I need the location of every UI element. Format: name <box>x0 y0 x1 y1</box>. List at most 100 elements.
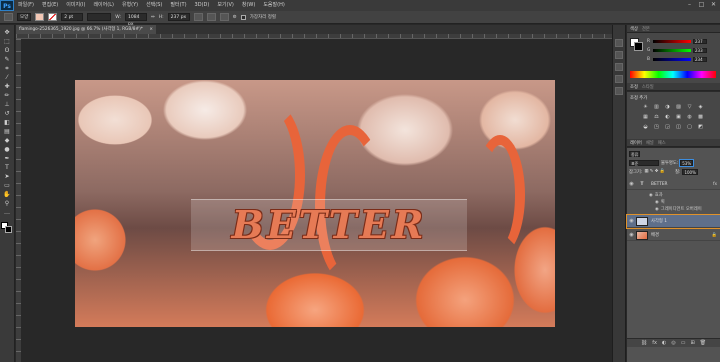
layer-kind-select[interactable]: 종류 <box>629 150 641 157</box>
type-tool-icon[interactable]: T <box>3 164 12 172</box>
invert-icon[interactable]: ▩ <box>696 113 705 121</box>
marquee-tool-icon[interactable]: ⬚ <box>3 38 12 46</box>
more-tools-icon[interactable]: … <box>3 209 12 217</box>
brush-tool-icon[interactable]: ✏ <box>3 92 12 100</box>
blue-slider[interactable]: B 234 <box>647 56 717 62</box>
effect-gradient-row[interactable]: ◉ 그레이디언트 오버레이 <box>655 206 702 213</box>
layer-fx-badge[interactable]: fx <box>713 182 717 187</box>
dodge-tool-icon[interactable]: ● <box>3 146 12 154</box>
lasso-tool-icon[interactable]: ʘ <box>3 47 12 55</box>
delete-layer-icon[interactable]: 🗑 <box>700 340 706 346</box>
vibrance-icon[interactable]: ▽ <box>685 103 694 111</box>
document-tab[interactable]: flamingo-2526365_1920.jpg @ 66.7% (사각형 1… <box>16 25 156 34</box>
history-icon[interactable] <box>615 39 623 47</box>
fill-field[interactable]: 100% <box>682 168 698 175</box>
red-slider[interactable]: R 237 <box>647 38 717 44</box>
menu-view[interactable]: 보기(V) <box>213 0 238 11</box>
red-track[interactable] <box>653 39 691 43</box>
opacity-field[interactable]: 53% <box>679 158 695 167</box>
tool-preset-picker[interactable] <box>4 13 13 21</box>
brightness-icon[interactable]: ☀ <box>641 103 650 111</box>
effects-row[interactable]: ◉ 효과 <box>649 192 663 199</box>
stroke-type-select[interactable] <box>87 13 112 21</box>
adjustment-layer-icon[interactable]: ◎ <box>671 340 675 346</box>
crop-tool-icon[interactable]: ⌗ <box>3 65 12 73</box>
menu-filter[interactable]: 필터(T) <box>166 0 190 11</box>
menu-file[interactable]: 파일(F) <box>14 0 38 11</box>
width-field[interactable]: 1084 px <box>124 13 147 27</box>
color-spectrum[interactable] <box>630 71 716 78</box>
path-arrangement-button[interactable] <box>219 13 229 21</box>
fill-swatch[interactable] <box>35 13 45 21</box>
flamingo-image[interactable]: BETTER <box>75 80 555 327</box>
tab-adjustments[interactable]: 조정 <box>630 84 638 90</box>
curves-icon[interactable]: ◑ <box>663 103 672 111</box>
posterize-icon[interactable]: ◒ <box>641 123 650 131</box>
threshold-icon[interactable]: ◳ <box>652 123 661 131</box>
hand-tool-icon[interactable]: ✋ <box>3 191 12 199</box>
blend-mode-select[interactable]: 표준 <box>629 159 659 166</box>
canvas-workspace[interactable]: BETTER <box>21 39 612 362</box>
stroke-size-field[interactable]: 2 pt <box>61 13 84 21</box>
eye-icon[interactable]: ◉ <box>649 193 653 198</box>
eye-icon[interactable]: ◉ <box>627 232 636 238</box>
tab-layers[interactable]: 레이어 <box>630 140 642 146</box>
eye-icon[interactable]: ◉ <box>655 207 659 212</box>
eraser-tool-icon[interactable]: ◧ <box>3 119 12 127</box>
add-style-icon[interactable]: fx <box>652 340 657 346</box>
levels-icon[interactable]: ▥ <box>652 103 661 111</box>
effect-stroke-row[interactable]: ◉ 획 <box>655 199 665 206</box>
gear-icon[interactable]: ⚙ <box>233 15 237 20</box>
actions-icon[interactable] <box>615 51 623 59</box>
tab-color[interactable]: 색상 <box>630 26 638 32</box>
tab-paths[interactable]: 패스 <box>658 140 666 146</box>
shadows-icon[interactable]: ▢ <box>685 123 694 131</box>
green-track[interactable] <box>653 48 691 52</box>
menu-edit[interactable]: 편집(E) <box>38 0 62 11</box>
path-select-tool-icon[interactable]: ➤ <box>3 173 12 181</box>
zoom-tool-icon[interactable]: ⚲ <box>3 200 12 208</box>
healing-tool-icon[interactable]: ✚ <box>3 83 12 91</box>
link-layers-icon[interactable]: ⛓ <box>641 340 647 346</box>
shape-mode-select[interactable]: 모양 <box>17 13 32 21</box>
hdr-icon[interactable]: ◩ <box>696 123 705 131</box>
properties-icon[interactable] <box>615 63 623 71</box>
path-alignment-button[interactable] <box>206 13 216 21</box>
layer-row-better[interactable]: ◉ T BETTER fx <box>627 179 720 190</box>
link-icon[interactable]: ⇔ <box>151 15 155 20</box>
new-group-icon[interactable]: ▭ <box>681 340 686 346</box>
close-button[interactable]: ✕ <box>709 1 718 9</box>
green-slider[interactable]: G 233 <box>647 47 717 53</box>
menu-select[interactable]: 선택(S) <box>142 0 166 11</box>
layer-row-background[interactable]: ◉ 배경 🔒 <box>627 230 720 241</box>
close-tab-icon[interactable]: × <box>149 25 153 34</box>
menu-image[interactable]: 이미지(I) <box>62 0 89 11</box>
green-value[interactable]: 233 <box>693 47 707 53</box>
tab-swatches[interactable]: 견본 <box>642 26 650 32</box>
hue-saturation-icon[interactable]: ◈ <box>696 103 705 111</box>
black-white-icon[interactable]: ⚖ <box>652 113 661 121</box>
height-field[interactable]: 237 px <box>167 13 190 21</box>
gradient-map-icon[interactable]: ◲ <box>663 123 672 131</box>
blue-value[interactable]: 234 <box>693 56 707 62</box>
pen-tool-icon[interactable]: ✒ <box>3 155 12 163</box>
headline-text[interactable]: BETTER <box>191 200 467 250</box>
menu-layer[interactable]: 레이어(L) <box>89 0 118 11</box>
menu-3d[interactable]: 3D(D) <box>191 0 214 11</box>
lock-icons[interactable]: ▦ ✎ ✥ 🔒 <box>644 169 665 174</box>
character-icon[interactable] <box>615 87 623 95</box>
color-lookup-icon[interactable]: ◍ <box>685 113 694 121</box>
blue-track[interactable] <box>653 57 691 61</box>
history-brush-tool-icon[interactable]: ↺ <box>3 110 12 118</box>
stroke-swatch[interactable] <box>48 13 58 21</box>
tab-channels[interactable]: 채널 <box>646 140 654 146</box>
minimize-button[interactable]: – <box>685 1 694 9</box>
layer-row-rectangle[interactable]: ◉ 사각형 1 <box>626 214 720 229</box>
path-operations-button[interactable] <box>193 13 203 21</box>
exposure-icon[interactable]: ▨ <box>674 103 683 111</box>
color-swatches[interactable] <box>1 222 13 234</box>
move-tool-icon[interactable]: ✥ <box>3 29 12 37</box>
add-mask-icon[interactable]: ◐ <box>662 340 666 346</box>
gradient-tool-icon[interactable]: ▤ <box>3 128 12 136</box>
photo-filter-icon[interactable]: ◐ <box>663 113 672 121</box>
